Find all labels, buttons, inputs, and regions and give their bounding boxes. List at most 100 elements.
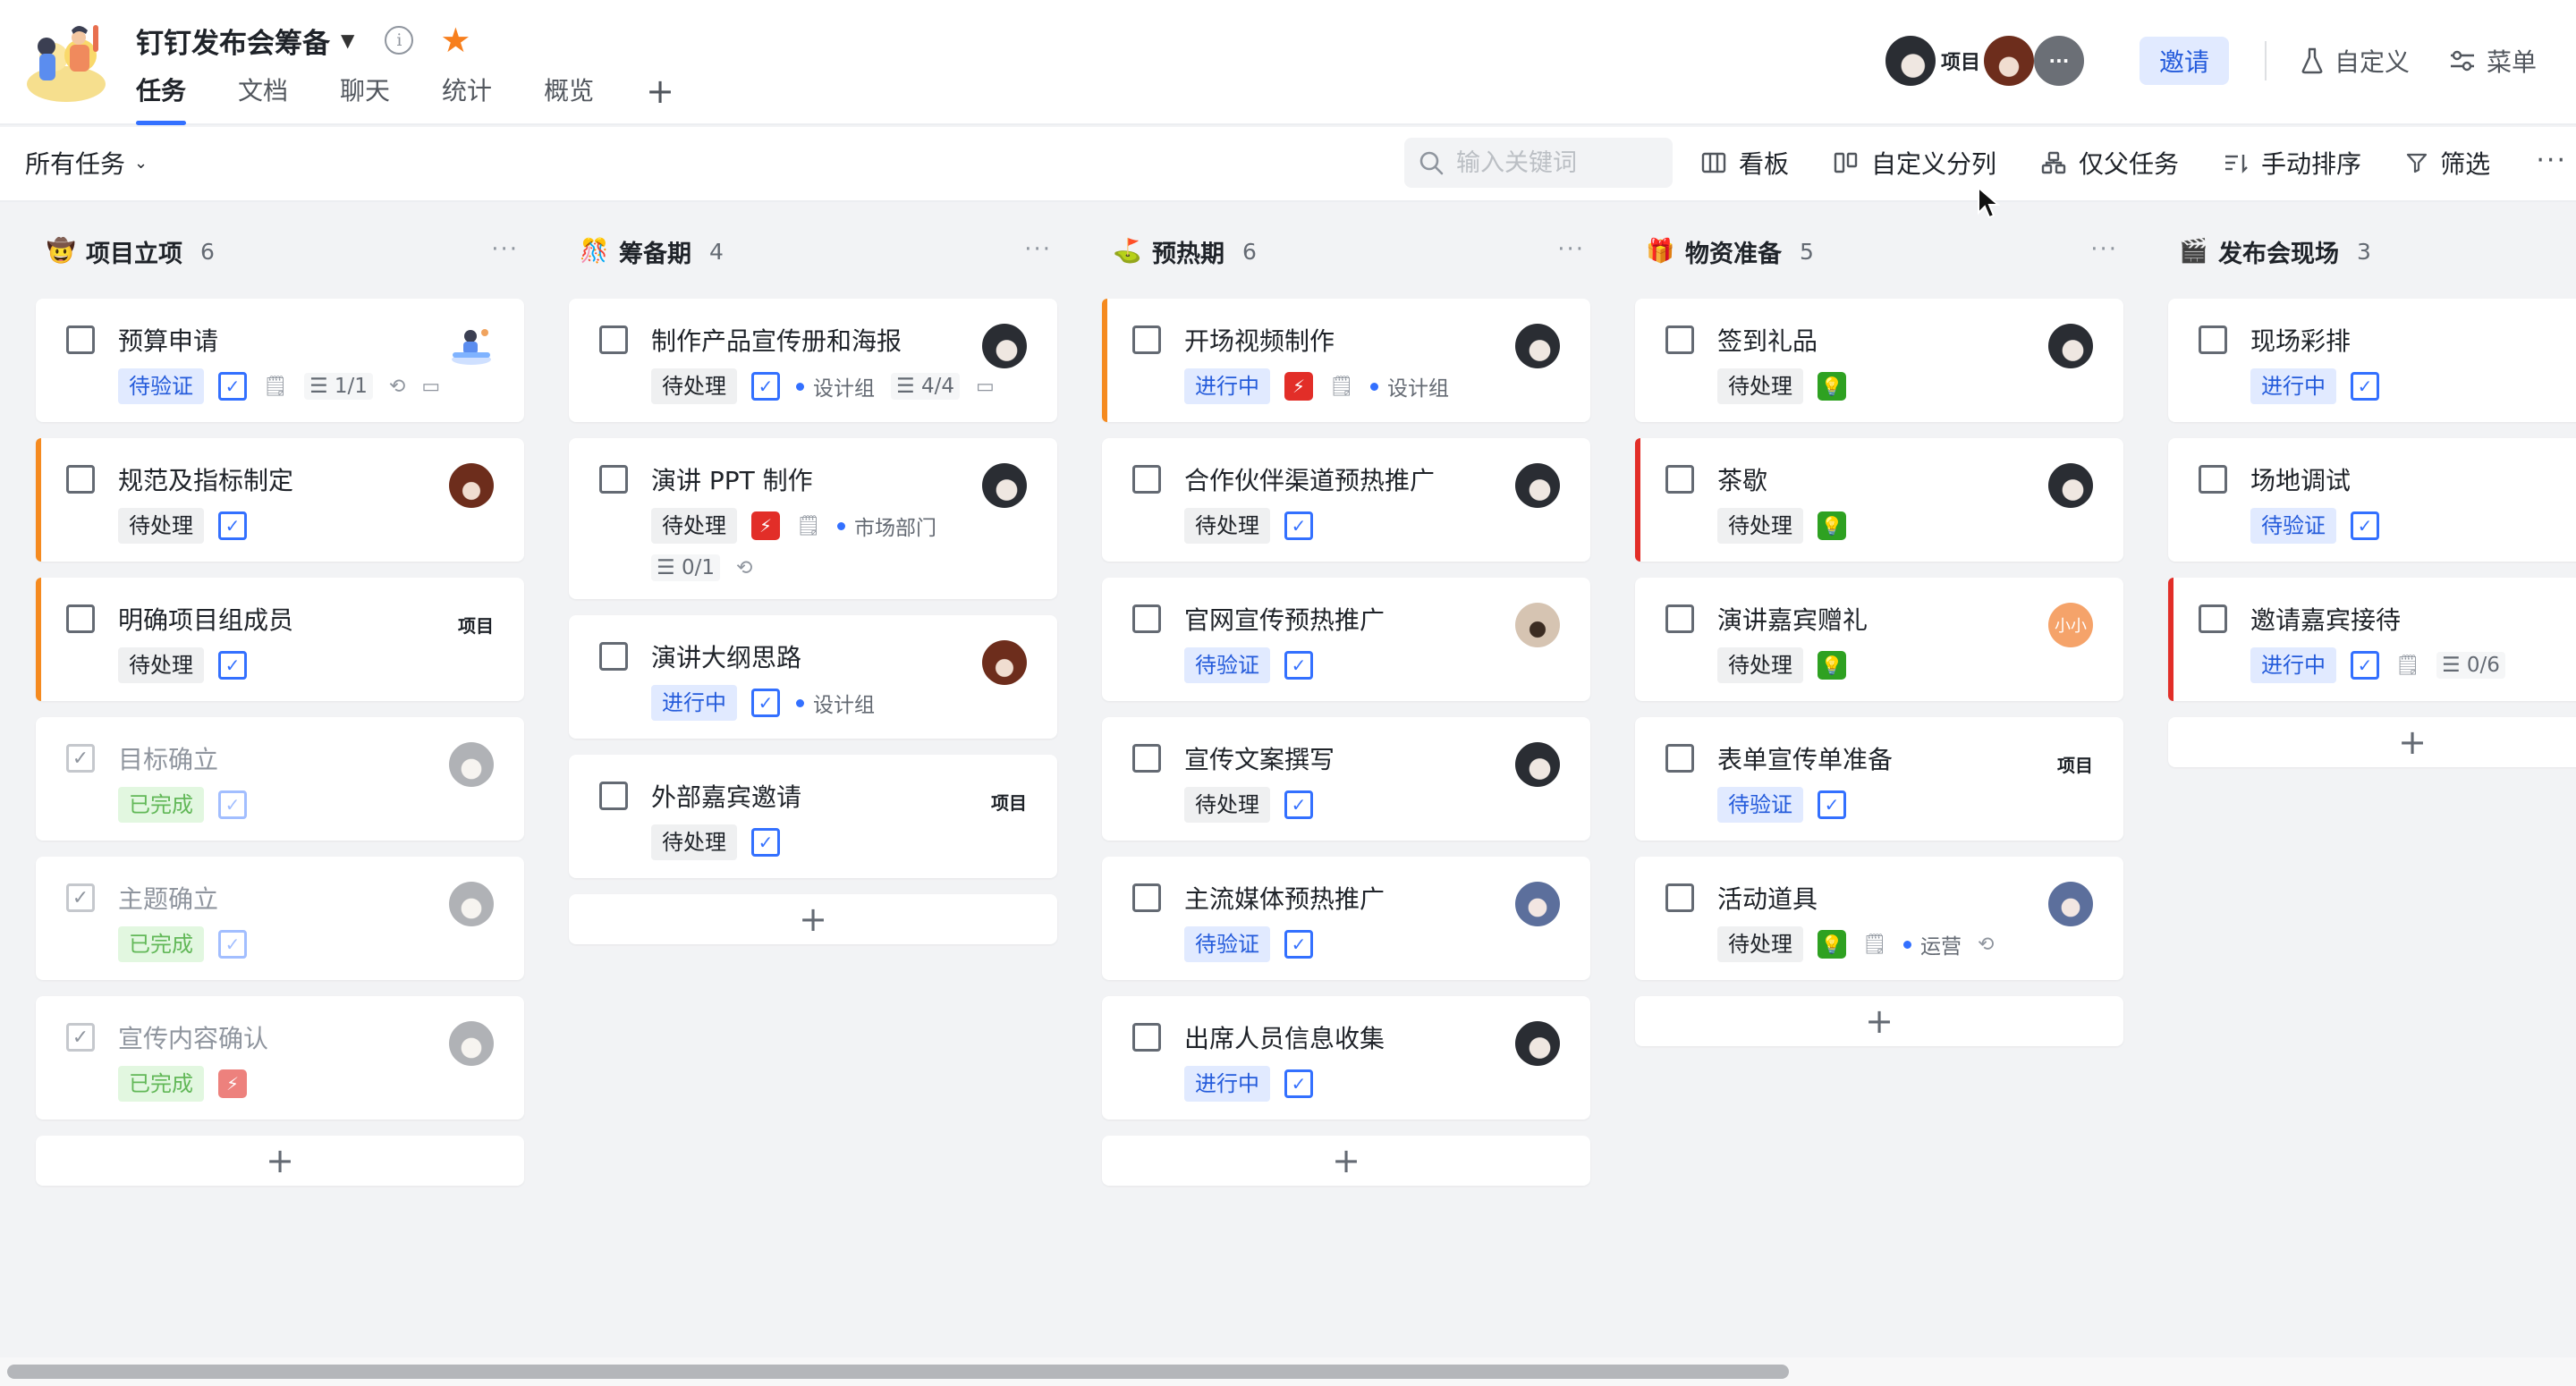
board-view-button[interactable]: 看板 <box>1701 145 1789 181</box>
status-badge[interactable]: 待处理 <box>651 824 737 860</box>
horizontal-scrollbar[interactable] <box>0 1357 2576 1386</box>
task-checkbox[interactable] <box>2199 465 2227 494</box>
priority-urgent-icon[interactable]: ⚡ <box>1284 372 1313 401</box>
task-checkbox[interactable]: ✓ <box>66 1023 95 1052</box>
task-checkbox[interactable] <box>2199 325 2227 354</box>
task-card[interactable]: 合作伙伴渠道预热推广 待处理 ✓ <box>1102 438 1590 562</box>
priority-check-icon[interactable]: ✓ <box>218 930 247 959</box>
task-card[interactable]: 演讲大纲思路 进行中 ✓ 设计组 <box>569 615 1057 739</box>
status-badge[interactable]: 已完成 <box>118 926 204 962</box>
assignee[interactable] <box>449 463 494 508</box>
assignee[interactable] <box>1515 463 1560 508</box>
column-more-icon[interactable]: ··· <box>2090 236 2118 263</box>
status-badge[interactable]: 进行中 <box>1184 368 1270 404</box>
priority-check-icon[interactable]: ✓ <box>218 651 247 680</box>
assignee[interactable] <box>1515 603 1560 647</box>
tab-overview[interactable]: 概览 <box>544 73 594 125</box>
task-card[interactable]: 活动道具 待处理 💡 🗒 运营 ⟲ <box>1635 857 2123 980</box>
assignee[interactable] <box>982 324 1027 368</box>
assignee[interactable] <box>1515 324 1560 368</box>
task-card[interactable]: 签到礼品 待处理 💡 <box>1635 299 2123 422</box>
assignee[interactable]: 小小 <box>2048 603 2093 647</box>
task-checkbox[interactable] <box>599 642 628 671</box>
status-badge[interactable]: 待处理 <box>1717 508 1803 544</box>
priority-check-icon[interactable]: ✓ <box>751 828 780 857</box>
assignee[interactable] <box>1515 1021 1560 1066</box>
assignee[interactable] <box>982 640 1027 685</box>
column-header[interactable]: 🎊 筹备期 4 ··· <box>569 204 1057 299</box>
task-checkbox[interactable] <box>1132 744 1161 773</box>
task-checkbox[interactable] <box>1665 883 1694 912</box>
task-checkbox[interactable] <box>1132 883 1161 912</box>
priority-urgent-icon[interactable]: ⚡ <box>218 1069 247 1098</box>
task-card[interactable]: ✓ 目标确立 已完成 ✓ <box>36 717 524 841</box>
more-members-avatar[interactable]: ··· <box>2033 36 2084 86</box>
task-card[interactable]: 表单宣传单准备 项目 待验证 ✓ <box>1635 717 2123 841</box>
star-icon[interactable]: ★ <box>440 23 470 57</box>
task-card[interactable]: 官网宣传预热推广 待验证 ✓ <box>1102 578 1590 701</box>
task-card[interactable]: 预算申请 待验证 ✓ 🗒 ☰ 1/1 ⟲ ▭ <box>36 299 524 422</box>
status-badge[interactable]: 待验证 <box>2250 508 2336 544</box>
task-card[interactable]: 现场彩排 进行中 ✓ <box>2168 299 2576 422</box>
status-badge[interactable]: 待处理 <box>118 647 204 683</box>
task-card[interactable]: 场地调试 待验证 ✓ <box>2168 438 2576 562</box>
task-card[interactable]: 演讲嘉宾赠礼 小小 待处理 💡 <box>1635 578 2123 701</box>
status-badge[interactable]: 进行中 <box>2250 647 2336 683</box>
filter-button[interactable]: 筛选 <box>2406 145 2490 181</box>
task-checkbox[interactable] <box>1665 744 1694 773</box>
assignee[interactable] <box>982 463 1027 508</box>
plus-icon[interactable]: + <box>646 73 674 125</box>
task-checkbox[interactable] <box>1665 325 1694 354</box>
assignee[interactable]: 项目 <box>2057 742 2093 777</box>
project-logo-illustration[interactable] <box>25 21 111 104</box>
priority-check-icon[interactable]: ✓ <box>751 689 780 717</box>
search-box[interactable] <box>1404 138 1673 188</box>
status-badge[interactable]: 进行中 <box>1184 1066 1270 1102</box>
task-card[interactable]: ✓ 主题确立 已完成 ✓ <box>36 857 524 980</box>
task-card[interactable]: ✓ 宣传内容确认 已完成 ⚡ <box>36 996 524 1120</box>
task-card[interactable]: 制作产品宣传册和海报 待处理 ✓ 设计组 ☰ 4/4 ▭ <box>569 299 1057 422</box>
priority-check-icon[interactable]: ✓ <box>218 511 247 540</box>
customize-button[interactable]: 自定义 <box>2301 43 2410 79</box>
tab-chat[interactable]: 聊天 <box>340 73 390 125</box>
add-task-button[interactable]: + <box>569 894 1057 944</box>
task-checkbox[interactable] <box>2199 604 2227 633</box>
assignee[interactable] <box>1515 742 1560 787</box>
column-header[interactable]: 🎬发布会现场3··· <box>2168 204 2576 299</box>
manual-sort-button[interactable]: 手动排序 <box>2224 145 2361 181</box>
status-badge[interactable]: 待处理 <box>1717 926 1803 962</box>
assignee[interactable] <box>2048 882 2093 926</box>
priority-idea-icon[interactable]: 💡 <box>1818 511 1846 540</box>
status-badge[interactable]: 待处理 <box>1717 647 1803 683</box>
task-card[interactable]: 开场视频制作 进行中 ⚡ 🗒 设计组 <box>1102 299 1590 422</box>
priority-check-icon[interactable]: ✓ <box>2351 372 2379 401</box>
priority-check-icon[interactable]: ✓ <box>218 372 247 401</box>
priority-check-icon[interactable]: ✓ <box>218 790 247 819</box>
task-card[interactable]: 主流媒体预热推广 待验证 ✓ <box>1102 857 1590 980</box>
task-checkbox[interactable]: ✓ <box>66 744 95 773</box>
task-card[interactable]: 明确项目组成员 项目 待处理 ✓ <box>36 578 524 701</box>
priority-check-icon[interactable]: ✓ <box>1818 790 1846 819</box>
assignee[interactable] <box>2048 463 2093 508</box>
column-header[interactable]: ⛳ 预热期 6 ··· <box>1102 204 1590 299</box>
task-card[interactable]: 邀请嘉宾接待 进行中 ✓ 🗒 ☰ 0/6 <box>2168 578 2576 701</box>
task-card[interactable]: 演讲 PPT 制作 待处理 ⚡ 🗒 市场部门 ☰ 0/1 ⟲ <box>569 438 1057 599</box>
column-more-icon[interactable]: ··· <box>491 236 519 263</box>
task-checkbox[interactable] <box>1132 465 1161 494</box>
status-badge[interactable]: 待验证 <box>1184 926 1270 962</box>
scrollbar-thumb[interactable] <box>7 1365 1789 1379</box>
tab-docs[interactable]: 文档 <box>238 73 288 125</box>
column-header[interactable]: 🤠 项目立项 6 ··· <box>36 204 524 299</box>
status-badge[interactable]: 待处理 <box>651 368 737 404</box>
task-card[interactable]: 外部嘉宾邀请 项目 待处理 ✓ <box>569 755 1057 878</box>
priority-idea-icon[interactable]: 💡 <box>1818 372 1846 401</box>
task-filter-dropdown[interactable]: 所有任务 ⌄ <box>25 145 148 181</box>
status-badge[interactable]: 待处理 <box>1184 787 1270 823</box>
priority-check-icon[interactable]: ✓ <box>2351 511 2379 540</box>
add-task-button[interactable]: + <box>1102 1136 1590 1186</box>
tab-stats[interactable]: 统计 <box>442 73 492 125</box>
task-checkbox[interactable] <box>66 604 95 633</box>
task-checkbox[interactable] <box>1132 1023 1161 1052</box>
task-card[interactable]: 宣传文案撰写 待处理 ✓ <box>1102 717 1590 841</box>
info-icon[interactable]: i <box>385 26 414 55</box>
